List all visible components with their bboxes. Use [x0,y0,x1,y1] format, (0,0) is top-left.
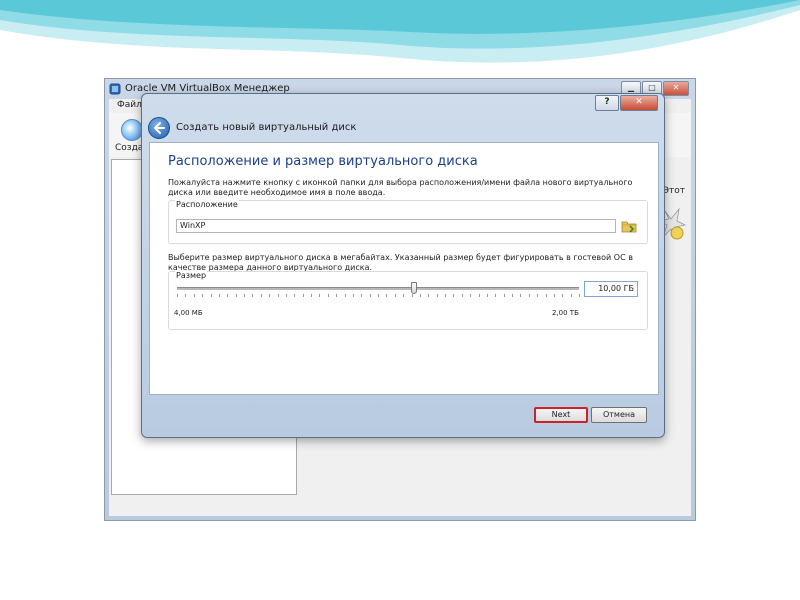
size-description: Выберите размер виртуального диска в мег… [168,253,633,272]
slider-tick [571,294,572,297]
slider-tick [336,294,337,297]
location-description: Пожалуйста нажмите кнопку с иконкой папк… [168,178,633,197]
slider-tick [378,294,379,297]
cancel-button[interactable]: Отмена [591,407,647,423]
slider-tick [554,294,555,297]
dialog-content: Расположение и размер виртуального диска… [149,142,659,395]
page-title: Расположение и размер виртуального диска [168,154,478,169]
create-vm-icon[interactable] [121,119,143,141]
slider-tick [303,294,304,297]
dialog-header: Создать новый виртуальный диск [148,116,658,140]
back-arrow-icon [154,122,165,134]
slider-tick [370,294,371,297]
slider-tick [437,294,438,297]
slider-tick [462,294,463,297]
slider-tick [361,294,362,297]
slider-tick [512,294,513,297]
size-group-label: Размер [175,271,208,280]
slider-tick [236,294,237,297]
virtualbox-app-icon [109,83,121,95]
location-group: Расположение WinXP [168,200,648,244]
size-input[interactable]: 10,00 ГБ [584,281,638,297]
slider-tick [546,294,547,297]
slider-tick [428,294,429,297]
slider-tick [495,294,496,297]
slider-tick [311,294,312,297]
slide-header-decoration [0,0,800,63]
slider-tick [219,294,220,297]
slider-tick [353,294,354,297]
location-group-label: Расположение [175,200,239,209]
slider-tick [537,294,538,297]
slider-tick [520,294,521,297]
slider-tick [445,294,446,297]
slider-tick [185,294,186,297]
slider-tick [286,294,287,297]
slider-tick [345,294,346,297]
slider-tick [278,294,279,297]
help-button[interactable]: ? [595,95,619,111]
size-slider-ticks [177,294,580,298]
slider-tick [244,294,245,297]
slider-tick [395,294,396,297]
slider-tick [562,294,563,297]
slider-tick [453,294,454,297]
slider-tick [403,294,404,297]
slider-tick [269,294,270,297]
slider-tick [252,294,253,297]
slider-tick [294,294,295,297]
manager-close-button[interactable]: ✕ [663,81,689,96]
dialog-footer: Next Отмена [149,399,657,429]
slider-max-label: 2,00 ТБ [552,309,579,317]
details-partial-label: Этот [662,186,685,196]
size-slider-track[interactable] [177,287,579,290]
slider-tick [412,294,413,297]
dialog-close-button[interactable]: ✕ [620,95,658,111]
dialog-title: Создать новый виртуальный диск [176,122,357,133]
slider-tick [529,294,530,297]
location-input[interactable]: WinXP [176,219,616,233]
slider-tick [319,294,320,297]
slider-tick [177,294,178,297]
create-virtual-disk-dialog: ? ✕ Создать новый виртуальный диск Распо… [141,93,665,438]
slider-tick [202,294,203,297]
slider-tick [227,294,228,297]
slider-tick [328,294,329,297]
slider-tick [386,294,387,297]
size-group: Размер 10,00 ГБ 4,00 МБ 2,00 ТБ [168,271,648,330]
slider-min-label: 4,00 МБ [174,309,203,317]
slider-tick [487,294,488,297]
menu-file[interactable]: Файл [117,100,142,110]
slider-tick [261,294,262,297]
slider-tick [579,294,580,297]
slider-tick [479,294,480,297]
back-button[interactable] [148,117,170,139]
slider-tick [470,294,471,297]
slider-tick [211,294,212,297]
slider-tick [504,294,505,297]
slider-tick [420,294,421,297]
size-slider-thumb[interactable] [411,282,418,294]
slider-tick [194,294,195,297]
next-button[interactable]: Next [534,407,588,423]
folder-browse-icon[interactable] [621,219,637,233]
